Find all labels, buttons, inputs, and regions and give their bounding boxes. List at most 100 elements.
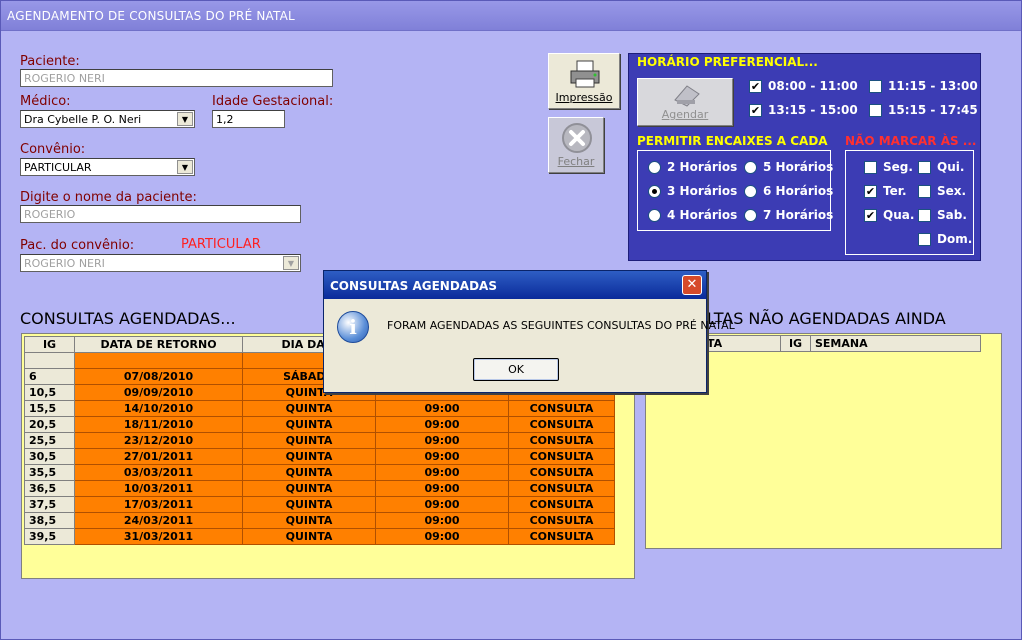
encaixe-radio-4[interactable] <box>648 208 661 222</box>
pac-convenio-select[interactable]: ROGERIO NERI ▼ <box>20 254 301 272</box>
digite-nome-label: Digite o nome da paciente: <box>20 190 197 205</box>
encaixe-option-7[interactable]: 7 Horários <box>744 208 833 222</box>
close-icon[interactable]: ✕ <box>682 275 702 295</box>
dia-qua[interactable]: ✔ Qua. <box>864 208 914 222</box>
table-cell: 31/03/2011 <box>74 528 243 545</box>
table-row[interactable]: 25,5 23/12/2010 QUINTA 09:00 CONSULTA <box>24 432 615 449</box>
table-cell: CONSULTA <box>508 432 615 449</box>
fechar-button[interactable]: Fechar <box>548 117 604 173</box>
table-cell: QUINTA <box>242 416 376 433</box>
chevron-down-icon[interactable]: ▼ <box>177 160 193 174</box>
table-cell: 27/01/2011 <box>74 448 243 465</box>
encaixe-option-6[interactable]: 6 Horários <box>744 184 833 198</box>
dia-qui-checkbox[interactable] <box>918 160 931 174</box>
chevron-down-icon[interactable]: ▼ <box>177 112 193 126</box>
options-panel: HORÁRIO PREFERENCIAL... Agendar ✔ 08:00 -… <box>628 53 981 261</box>
ok-button[interactable]: OK <box>473 358 559 381</box>
dialog-titlebar: CONSULTAS AGENDADAS ✕ <box>324 271 706 299</box>
encaixe-radio-7[interactable] <box>744 208 757 222</box>
encaixes-title: PERMITIR ENCAIXES A CADA <box>637 134 828 148</box>
encaixe-radio-2[interactable] <box>648 160 661 174</box>
dia-sab[interactable]: Sab. <box>918 208 967 222</box>
window-titlebar: AGENDAMENTO DE CONSULTAS DO PRÉ NATAL <box>1 1 1021 31</box>
table-cell: 14/10/2010 <box>74 400 243 417</box>
nome-paciente-input[interactable]: ROGERIO <box>20 205 301 223</box>
convenio-select[interactable]: PARTICULAR ▼ <box>20 158 195 176</box>
dia-qua-checkbox[interactable]: ✔ <box>864 208 877 222</box>
horario-option-4[interactable]: 15:15 - 17:45 <box>869 103 978 117</box>
info-icon: i <box>337 311 369 343</box>
agendar-label: Agendar <box>661 108 709 121</box>
table-cell: QUINTA <box>242 400 376 417</box>
horario-checkbox-2[interactable] <box>869 79 882 93</box>
horario-checkbox-3[interactable]: ✔ <box>749 103 762 117</box>
table-cell: QUINTA <box>242 448 376 465</box>
horario-option-1[interactable]: ✔ 08:00 - 11:00 <box>749 79 858 93</box>
printer-icon <box>570 60 600 88</box>
col-header-0[interactable]: IG <box>24 336 75 353</box>
dia-sab-checkbox[interactable] <box>918 208 931 222</box>
encaixe-radio-3[interactable] <box>648 184 661 198</box>
encaixe-radio-5[interactable] <box>744 160 757 174</box>
table-cell: 38,5 <box>24 512 75 529</box>
table-cell: 09:00 <box>375 480 509 497</box>
table-row[interactable]: 37,5 17/03/2011 QUINTA 09:00 CONSULTA <box>24 496 615 513</box>
table-row[interactable]: 36,5 10/03/2011 QUINTA 09:00 CONSULTA <box>24 480 615 497</box>
col-semana[interactable]: SEMANA <box>810 335 981 352</box>
medico-select[interactable]: Dra Cybelle P. O. Neri ▼ <box>20 110 195 128</box>
dialog-title: CONSULTAS AGENDADAS <box>330 279 497 293</box>
idade-gestacional-label: Idade Gestacional: <box>212 94 334 109</box>
table-cell: CONSULTA <box>508 480 615 497</box>
table-row[interactable]: 35,5 03/03/2011 QUINTA 09:00 CONSULTA <box>24 464 615 481</box>
horario-checkbox-1[interactable]: ✔ <box>749 79 762 93</box>
pac-convenio-tag: PARTICULAR <box>181 237 261 252</box>
fechar-label: Fechar <box>557 155 595 168</box>
table-cell: 30,5 <box>24 448 75 465</box>
dia-dom-checkbox[interactable] <box>918 232 931 246</box>
dia-seg[interactable]: Seg. <box>864 160 913 174</box>
dia-sex[interactable]: Sex. <box>918 184 966 198</box>
table-cell: CONSULTA <box>508 512 615 529</box>
dia-sex-checkbox[interactable] <box>918 184 931 198</box>
impressao-button[interactable]: Impressão <box>548 53 620 109</box>
horario-option-3[interactable]: ✔ 13:15 - 15:00 <box>749 103 858 117</box>
col-ig[interactable]: IG <box>780 335 811 352</box>
table-cell: QUINTA <box>242 464 376 481</box>
idade-gestacional-field[interactable]: 1,2 <box>212 110 285 128</box>
table-cell: QUINTA <box>242 432 376 449</box>
table-cell: QUINTA <box>242 480 376 497</box>
window-title: AGENDAMENTO DE CONSULTAS DO PRÉ NATAL <box>7 9 295 23</box>
table-cell: 23/12/2010 <box>74 432 243 449</box>
encaixe-radio-6[interactable] <box>744 184 757 198</box>
table-cell: 24/03/2011 <box>74 512 243 529</box>
dia-qui[interactable]: Qui. <box>918 160 964 174</box>
dia-ter-checkbox[interactable]: ✔ <box>864 184 877 198</box>
table-row[interactable]: 15,5 14/10/2010 QUINTA 09:00 CONSULTA <box>24 400 615 417</box>
table-cell: 10,5 <box>24 384 75 401</box>
horario-checkbox-4[interactable] <box>869 103 882 117</box>
nao-marcar-title: NÃO MARCAR ÀS ... <box>845 134 977 148</box>
table-row[interactable]: 38,5 24/03/2011 QUINTA 09:00 CONSULTA <box>24 512 615 529</box>
dia-seg-checkbox[interactable] <box>864 160 877 174</box>
table-cell: 36,5 <box>24 480 75 497</box>
encaixe-option-5[interactable]: 5 Horários <box>744 160 833 174</box>
table-row[interactable]: 20,5 18/11/2010 QUINTA 09:00 CONSULTA <box>24 416 615 433</box>
horario-title: HORÁRIO PREFERENCIAL... <box>637 55 818 69</box>
horario-option-2[interactable]: 11:15 - 13:00 <box>869 79 978 93</box>
encaixe-option-3[interactable]: 3 Horários <box>648 184 737 198</box>
table-row[interactable]: 30,5 27/01/2011 QUINTA 09:00 CONSULTA <box>24 448 615 465</box>
encaixe-option-4[interactable]: 4 Horários <box>648 208 737 222</box>
paciente-field[interactable]: ROGERIO NERI <box>20 69 333 87</box>
table-cell <box>74 352 243 369</box>
table-cell: 25,5 <box>24 432 75 449</box>
col-header-1[interactable]: DATA DE RETORNO <box>74 336 243 353</box>
agendar-button[interactable]: Agendar <box>637 78 733 126</box>
message-dialog: CONSULTAS AGENDADAS ✕ i FORAM AGENDADAS … <box>323 270 735 393</box>
table-cell: 15,5 <box>24 400 75 417</box>
table-cell: 10/03/2011 <box>74 480 243 497</box>
encaixe-option-2[interactable]: 2 Horários <box>648 160 737 174</box>
chevron-down-icon[interactable]: ▼ <box>283 256 299 270</box>
dia-dom[interactable]: Dom. <box>918 232 972 246</box>
dia-ter[interactable]: ✔ Ter. <box>864 184 907 198</box>
table-row[interactable]: 39,5 31/03/2011 QUINTA 09:00 CONSULTA <box>24 528 615 545</box>
